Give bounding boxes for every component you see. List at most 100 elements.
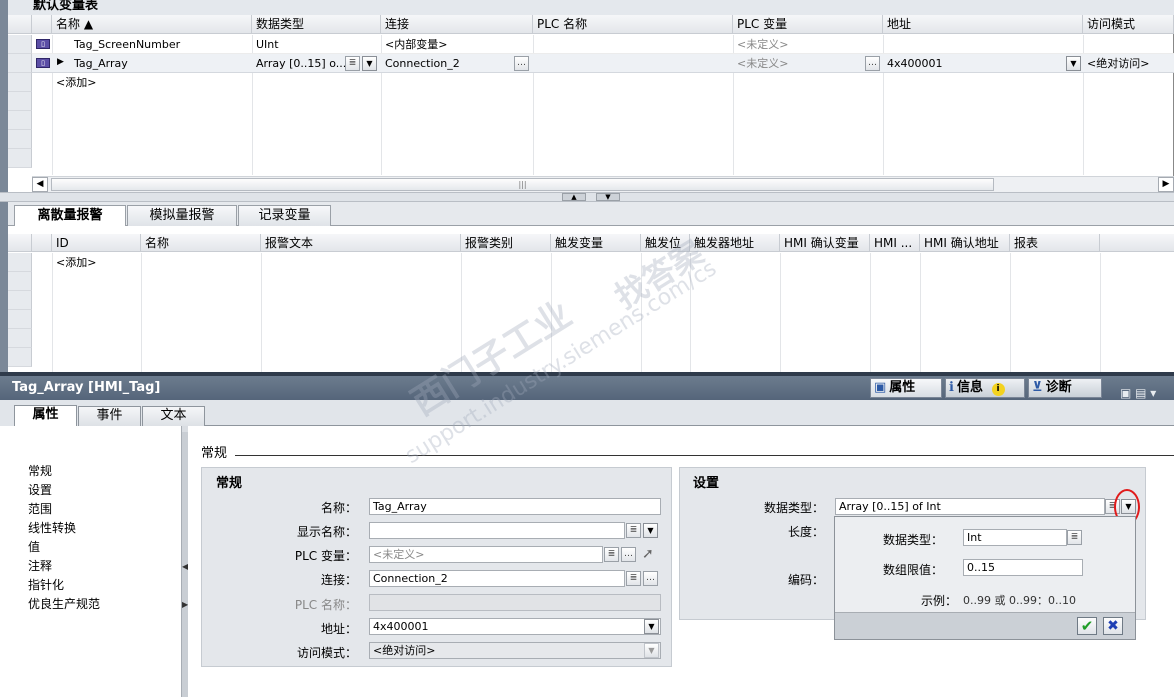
tab-properties-top[interactable]: ▣ 属性 [870, 378, 942, 398]
plc-var-label: PLC 变量： [294, 549, 357, 563]
alarm-col-trigger-tag[interactable]: 触发变量 [551, 234, 641, 252]
cancel-x-icon[interactable]: ✖ [1103, 617, 1123, 635]
col-header-access[interactable]: 访问模式 [1083, 15, 1174, 34]
nav-range[interactable]: 范围 [28, 501, 52, 517]
popup-datatype-list-icon[interactable]: ≣ [1067, 530, 1082, 545]
popup-datatype-field[interactable]: Int [963, 529, 1067, 546]
alarm-col-id[interactable]: ID [52, 234, 141, 252]
nav-values[interactable]: 值 [28, 539, 40, 555]
tab-texts[interactable]: 文本 [142, 406, 205, 426]
nav-general[interactable]: 常规 [28, 463, 52, 479]
row-head[interactable] [8, 253, 32, 272]
tab-events[interactable]: 事件 [78, 406, 141, 426]
connection-field[interactable]: Connection_2 [369, 570, 625, 587]
datatype-list-icon[interactable]: ≣ [345, 56, 360, 71]
col-header-address[interactable]: 地址 [883, 15, 1083, 34]
inspector-tabs: 属性 事件 文本 [0, 400, 1174, 426]
nav-settings[interactable]: 设置 [28, 482, 52, 498]
cell-name[interactable]: Tag_Array [70, 54, 270, 73]
display-name-list-icon[interactable]: ≣ [626, 523, 641, 538]
alarm-col-text[interactable]: 报警文本 [261, 234, 461, 252]
alarm-table-header: ID 名称 报警文本 报警类别 触发变量 触发位 触发器地址 HMI 确认变量 … [8, 234, 1174, 252]
col-header-name[interactable]: 名称 ▲ [52, 15, 252, 34]
nav-pointer[interactable]: 指针化 [28, 577, 64, 593]
tab-diagnostics-top[interactable]: ⊻ 诊断 [1028, 378, 1102, 398]
row-head[interactable] [8, 35, 32, 54]
plc-var-browse-icon[interactable]: … [865, 56, 880, 71]
access-mode-dropdown-icon[interactable]: ▼ [644, 643, 659, 658]
table-row[interactable]: ▯ ▶ Tag_Array Array [0..15] o... ≣ ▼ Con… [32, 54, 1174, 73]
alarm-col-hmi-ack-address[interactable]: HMI 确认地址 [920, 234, 1010, 252]
header-corner [8, 15, 32, 34]
row-head [8, 291, 32, 310]
cell-datatype[interactable]: Array [0..15] o... [252, 54, 347, 73]
nav-linear-scaling[interactable]: 线性转换 [28, 520, 76, 536]
section-divider [235, 455, 1174, 456]
add-alarm-row[interactable]: <添加> [52, 253, 142, 272]
alarm-col-report[interactable]: 报表 [1010, 234, 1100, 252]
plc-var-browse-button[interactable]: … [621, 547, 636, 562]
plc-var-list-icon[interactable]: ≣ [604, 547, 619, 562]
table-row[interactable]: ▯ Tag_ScreenNumber UInt <内部变量> <未定义> [32, 35, 1174, 54]
tab-logging-tags[interactable]: 记录变量 [238, 205, 331, 226]
alarm-col-hmi-ack-bit[interactable]: HMI ... [870, 234, 920, 252]
cell-connection[interactable]: Connection_2 [381, 54, 511, 73]
expand-arrow-icon[interactable]: ▶ [57, 57, 64, 67]
nav-comment[interactable]: 注释 [28, 558, 52, 574]
alarm-col-hmi-ack-tag[interactable]: HMI 确认变量 [780, 234, 870, 252]
tab-info-top[interactable]: ℹ 信息 i [945, 378, 1025, 398]
alarm-col-name[interactable]: 名称 [141, 234, 261, 252]
cell-plc-var[interactable]: <未定义> [733, 35, 883, 54]
row-head[interactable] [8, 73, 32, 92]
array-limit-field[interactable]: 0..15 [963, 559, 1083, 576]
connection-list-icon[interactable]: ≣ [626, 571, 641, 586]
cell-name[interactable]: Tag_ScreenNumber [70, 35, 270, 54]
datatype-field[interactable]: Array [0..15] of Int [835, 498, 1105, 515]
splitter-up-icon[interactable]: ▲ [562, 193, 586, 201]
col-header-plc-var[interactable]: PLC 变量 [733, 15, 883, 34]
cell-datatype[interactable]: UInt [252, 35, 381, 54]
address-dropdown-icon[interactable]: ▼ [1066, 56, 1081, 71]
properties-icon: ▣ [874, 380, 887, 395]
display-name-field[interactable] [369, 522, 625, 539]
alarm-col-trigger-address[interactable]: 触发器地址 [690, 234, 780, 252]
tab-discrete-alarms[interactable]: 离散量报警 [14, 205, 126, 227]
scroll-right-icon[interactable]: ▶ [1158, 177, 1174, 192]
row-head[interactable] [8, 54, 32, 73]
connection-browse-button[interactable]: … [643, 571, 658, 586]
plc-var-field[interactable]: <未定义> [369, 546, 603, 563]
col-header-datatype[interactable]: 数据类型 [252, 15, 381, 34]
display-name-dropdown-icon[interactable]: ▼ [643, 523, 658, 538]
scroll-thumb[interactable]: ||| [51, 178, 994, 191]
cell-plc-var[interactable]: <未定义> [733, 54, 863, 73]
confirm-check-icon[interactable]: ✔ [1077, 617, 1097, 635]
col-header-connection[interactable]: 连接 [381, 15, 533, 34]
datatype-dropdown-icon[interactable]: ▼ [362, 56, 377, 71]
connection-label: 连接： [320, 573, 357, 587]
tab-analog-alarms[interactable]: 模拟量报警 [127, 205, 237, 226]
col-header-plc-name[interactable]: PLC 名称 [533, 15, 733, 34]
name-field[interactable]: Tag_Array [369, 498, 661, 515]
cell-address[interactable]: 4x400001 [883, 54, 1053, 73]
horizontal-scrollbar[interactable]: ◀ ||| ▶ [32, 176, 1174, 192]
pane-splitter[interactable]: ▲ ▼ [0, 192, 1174, 202]
alarm-col-trigger-bit[interactable]: 触发位 [641, 234, 690, 252]
access-mode-field[interactable]: <绝对访问> [369, 642, 661, 659]
address-dropdown-icon[interactable]: ▼ [644, 619, 659, 634]
row-head [8, 111, 32, 130]
row-head [8, 310, 32, 329]
splitter-down-icon[interactable]: ▼ [596, 193, 620, 201]
row-head [8, 92, 32, 111]
alarm-col-class[interactable]: 报警类别 [461, 234, 551, 252]
tab-properties[interactable]: 属性 [14, 405, 77, 426]
nav-gmp[interactable]: 优良生产规范 [28, 596, 100, 612]
goto-arrow-icon[interactable]: ➚ [642, 546, 654, 562]
connection-browse-icon[interactable]: … [514, 56, 529, 71]
cell-access[interactable]: <绝对访问> [1083, 54, 1174, 73]
array-limit-label: 数组限值： [882, 563, 943, 577]
address-field[interactable]: 4x400001 [369, 618, 661, 635]
cell-connection[interactable]: <内部变量> [381, 35, 533, 54]
general-group: 常规 名称： Tag_Array 显示名称： ≣ ▼ PLC 变量： <未定义>… [201, 467, 672, 667]
scroll-left-icon[interactable]: ◀ [32, 177, 48, 192]
add-tag-row[interactable]: <添加> [52, 73, 252, 92]
